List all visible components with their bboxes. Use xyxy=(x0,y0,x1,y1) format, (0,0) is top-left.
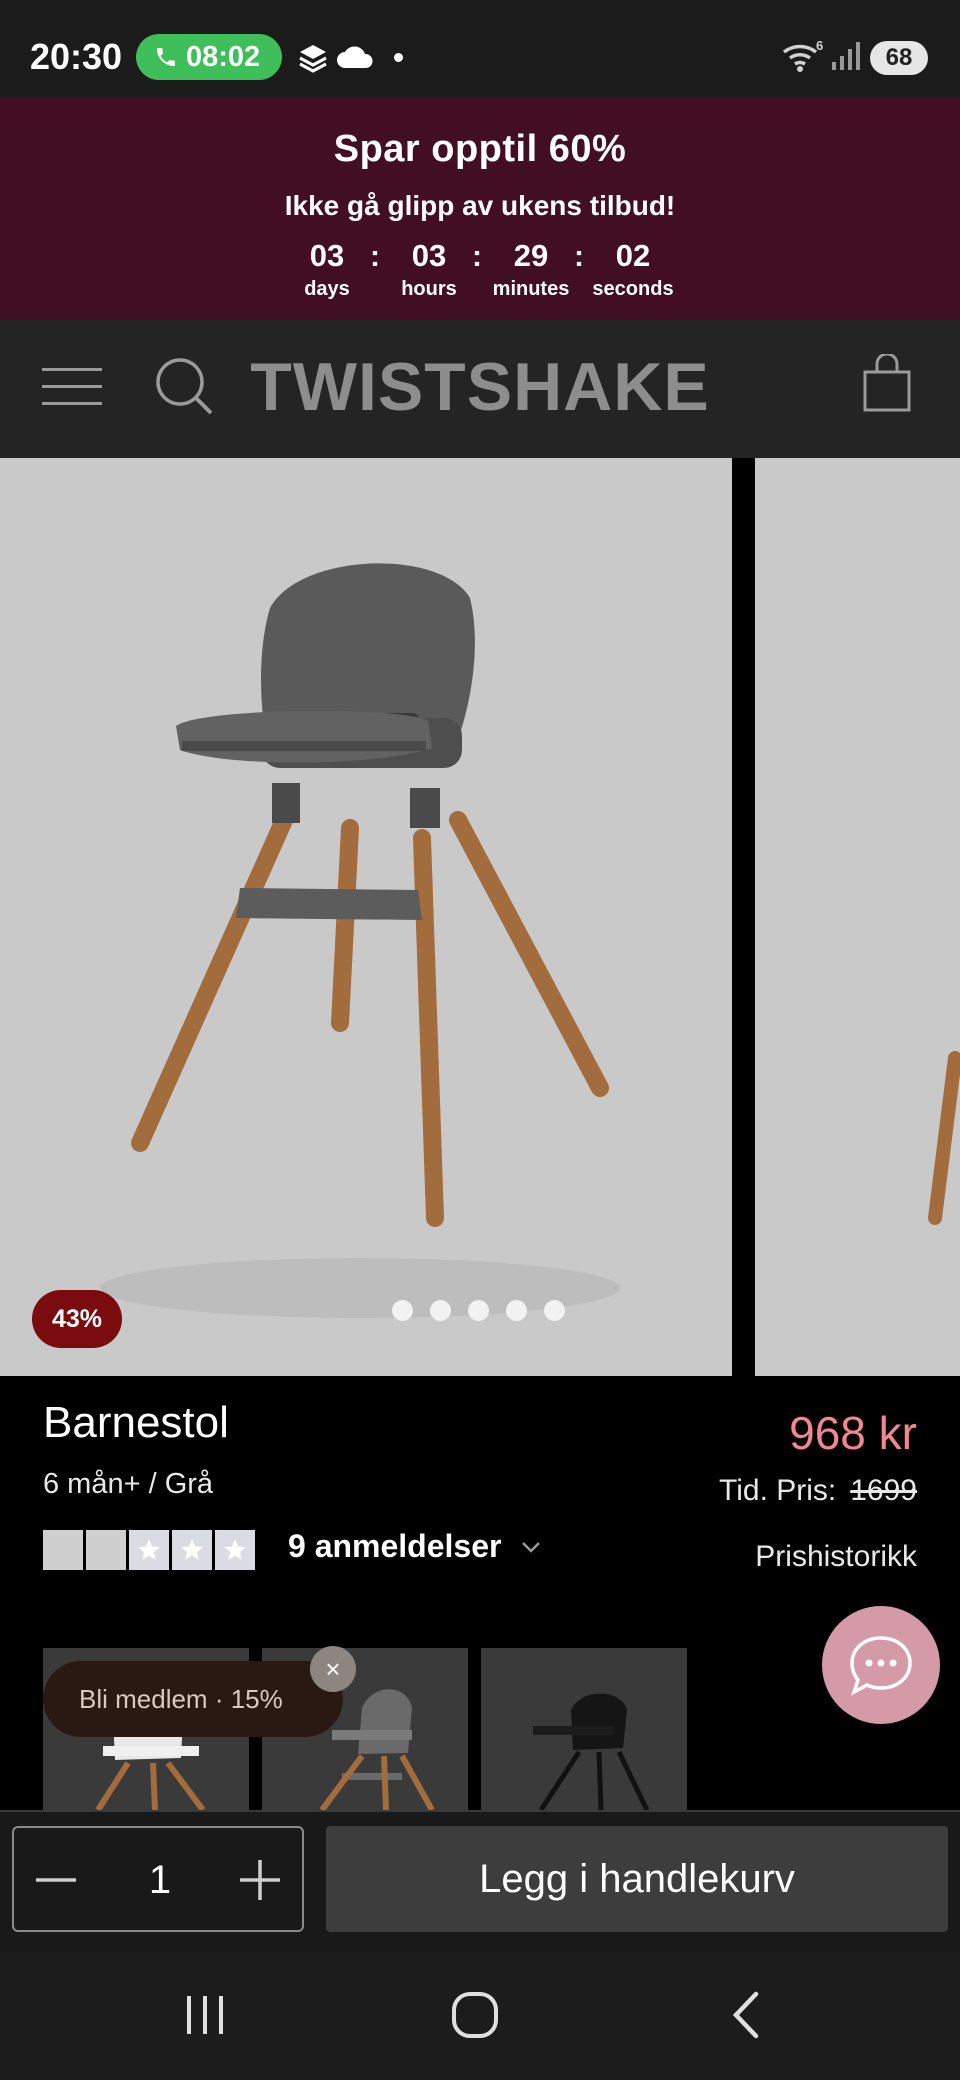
wifi-icon: 6 xyxy=(782,38,823,72)
chat-button[interactable] xyxy=(822,1606,940,1724)
product-image-next[interactable] xyxy=(755,458,960,1376)
plus-icon[interactable] xyxy=(236,1856,284,1904)
star-icon xyxy=(43,1530,83,1570)
product-title: Barnestol xyxy=(43,1398,229,1447)
countdown-hours: 03 hours xyxy=(374,238,484,301)
carousel-dot[interactable] xyxy=(430,1300,451,1321)
carousel-dot[interactable] xyxy=(468,1300,489,1321)
member-signup-pill[interactable]: Bli medlem · 15% xyxy=(43,1661,343,1737)
star-icon xyxy=(129,1530,169,1570)
quantity-stepper[interactable]: 1 xyxy=(12,1826,304,1932)
recent-apps-icon[interactable] xyxy=(180,1990,230,2040)
promo-banner[interactable]: Spar opptil 60% Ikke gå glipp av ukens t… xyxy=(0,98,960,320)
current-price: 968 kr xyxy=(789,1407,917,1459)
layers-icon xyxy=(299,45,327,73)
brand-logo[interactable]: TWISTSHAKE xyxy=(0,348,960,426)
product-image-main[interactable]: 43% xyxy=(0,458,732,1376)
call-duration: 08:02 xyxy=(186,40,261,73)
countdown-value: 03 xyxy=(309,238,345,273)
countdown-days: 03 days xyxy=(272,238,382,301)
promo-title: Spar opptil 60% xyxy=(333,128,627,170)
site-header: TWISTSHAKE xyxy=(0,320,960,458)
carousel-dot[interactable] xyxy=(506,1300,527,1321)
phone-icon xyxy=(157,48,175,66)
chat-bubble-icon xyxy=(850,1636,912,1696)
thumbnail-black[interactable] xyxy=(481,1648,687,1810)
reviews-label: 9 anmeldelser xyxy=(288,1528,502,1564)
status-time: 20:30 xyxy=(30,36,123,77)
wifi-label: 6 xyxy=(816,38,823,53)
reviews-link[interactable]: 9 anmeldelser xyxy=(288,1528,541,1565)
carousel-dot[interactable] xyxy=(392,1300,413,1321)
countdown-value: 29 xyxy=(513,238,549,273)
countdown-label: hours xyxy=(401,278,457,300)
countdown-seconds: 02 seconds xyxy=(578,238,688,301)
promo-subtitle: Ikke gå glipp av ukens tilbud! xyxy=(284,190,676,221)
member-close-button[interactable]: × xyxy=(310,1646,356,1692)
thumbnail-image xyxy=(481,1648,687,1810)
shopping-bag-icon[interactable] xyxy=(862,354,912,414)
buy-bar: 1 Legg i handlekurv xyxy=(0,1810,960,1952)
ongoing-call-pill[interactable]: 08:02 xyxy=(136,34,282,80)
star-icon xyxy=(86,1530,126,1570)
countdown-minutes: 29 minutes xyxy=(476,238,586,301)
previous-price-row: Tid. Pris: 1699 xyxy=(719,1474,917,1508)
back-icon[interactable] xyxy=(722,1990,772,2040)
star-icon xyxy=(215,1530,255,1570)
star-icon xyxy=(172,1530,212,1570)
system-navigation-bar xyxy=(0,1952,960,2080)
battery-indicator: 68 xyxy=(870,41,928,75)
rating-stars[interactable] xyxy=(43,1530,255,1570)
signal-icon xyxy=(832,42,860,70)
carousel-dots[interactable] xyxy=(392,1300,565,1321)
countdown-value: 02 xyxy=(615,238,651,273)
high-chair-image xyxy=(100,563,620,1318)
next-image-preview xyxy=(928,1051,960,1225)
price-history-link[interactable]: Prishistorikk xyxy=(755,1540,917,1574)
discount-badge: 43% xyxy=(32,1290,122,1348)
product-variant: 6 mån+ / Grå xyxy=(43,1468,214,1500)
carousel-dot[interactable] xyxy=(544,1300,565,1321)
previous-price: 1699 xyxy=(850,1474,917,1507)
product-info: Barnestol 6 mån+ / Grå 9 anmeldelser 968… xyxy=(0,1376,960,1810)
previous-price-label: Tid. Pris: xyxy=(719,1474,837,1507)
status-bar: 20:30 08:02 6 68 xyxy=(0,0,960,98)
countdown-label: seconds xyxy=(592,278,674,300)
add-to-cart-button[interactable]: Legg i handlekurv xyxy=(326,1826,948,1932)
cloud-icon xyxy=(337,46,373,68)
home-icon[interactable] xyxy=(450,1990,500,2040)
countdown-label: days xyxy=(304,278,350,300)
chevron-down-icon xyxy=(522,1541,541,1553)
countdown-label: minutes xyxy=(492,278,570,300)
notification-dot xyxy=(394,53,403,62)
product-gallery[interactable]: 43% xyxy=(0,458,960,1376)
countdown-value: 03 xyxy=(411,238,447,273)
